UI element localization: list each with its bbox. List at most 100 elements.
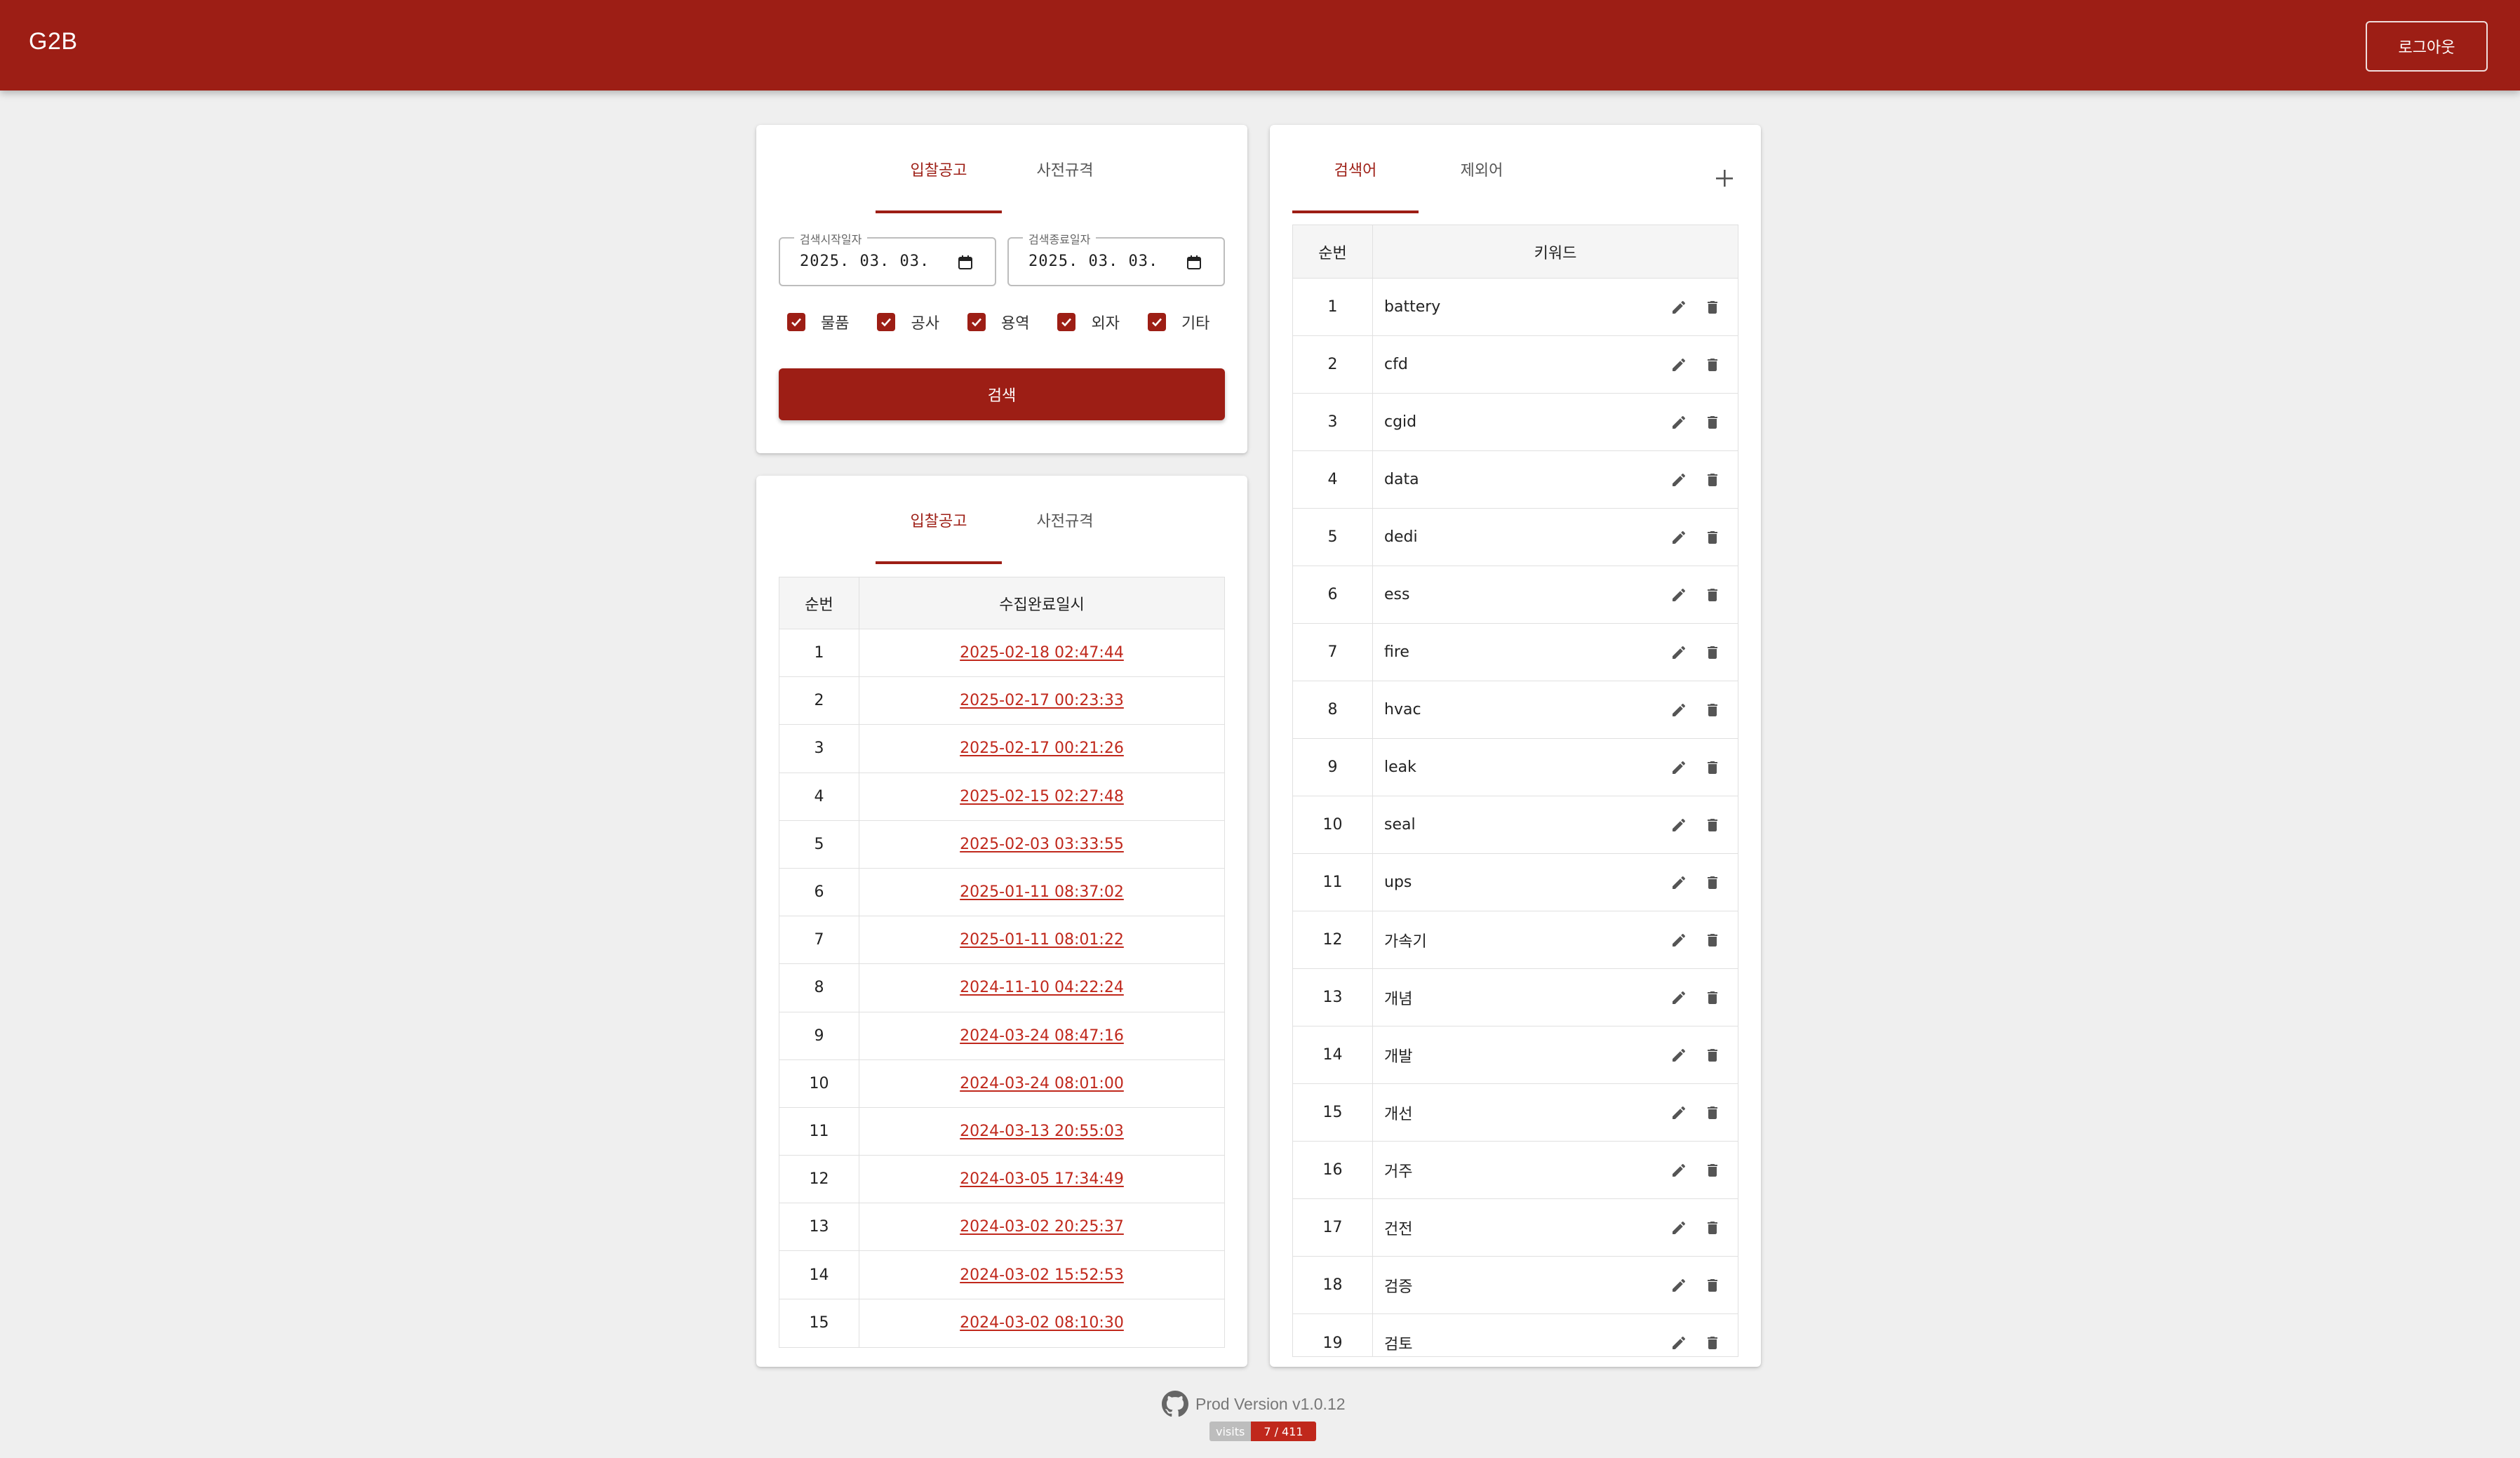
calendar-icon[interactable] bbox=[957, 254, 974, 271]
checkbox-checked-icon[interactable] bbox=[877, 313, 896, 331]
keyword-cell: ups bbox=[1373, 854, 1738, 911]
edit-icon[interactable] bbox=[1670, 1104, 1687, 1121]
table-row: 7 2025-01-11 08:01:22 bbox=[779, 916, 1224, 965]
collection-date-cell: 2024-03-13 20:55:03 bbox=[859, 1108, 1224, 1155]
edit-icon[interactable] bbox=[1670, 587, 1687, 603]
collection-date-link[interactable]: 2024-03-02 15:52:53 bbox=[960, 1266, 1124, 1284]
edit-icon[interactable] bbox=[1670, 874, 1687, 891]
edit-icon[interactable] bbox=[1670, 1219, 1687, 1236]
checkbox-checked-icon[interactable] bbox=[1147, 313, 1166, 331]
delete-icon[interactable] bbox=[1704, 299, 1721, 316]
edit-icon[interactable] bbox=[1670, 644, 1687, 661]
tab-bid-notice[interactable]: 입찰공고 bbox=[876, 476, 1002, 564]
edit-icon[interactable] bbox=[1670, 356, 1687, 373]
row-number: 9 bbox=[1293, 739, 1373, 796]
footer: Prod Version v1.0.12 bbox=[1162, 1391, 1346, 1417]
collection-date-link[interactable]: 2025-01-11 08:37:02 bbox=[960, 883, 1124, 901]
row-number: 1 bbox=[779, 629, 859, 677]
delete-icon[interactable] bbox=[1704, 817, 1721, 834]
keyword-cell: cfd bbox=[1373, 336, 1738, 393]
delete-icon[interactable] bbox=[1704, 874, 1721, 891]
collection-date-cell: 2024-03-02 20:25:37 bbox=[859, 1203, 1224, 1250]
table-row: 17 건전 bbox=[1293, 1199, 1738, 1257]
checkbox-checked-icon[interactable] bbox=[787, 313, 805, 331]
tab-bid-notice[interactable]: 입찰공고 bbox=[876, 125, 1002, 213]
collection-date-link[interactable]: 2024-11-10 04:22:24 bbox=[960, 979, 1124, 996]
keyword-actions bbox=[1654, 509, 1721, 566]
edit-icon[interactable] bbox=[1670, 989, 1687, 1006]
category-checkbox[interactable]: 물품 bbox=[787, 311, 849, 333]
collection-date-link[interactable]: 2025-01-11 08:01:22 bbox=[960, 931, 1124, 949]
delete-icon[interactable] bbox=[1704, 1162, 1721, 1179]
delete-icon[interactable] bbox=[1704, 702, 1721, 718]
edit-icon[interactable] bbox=[1670, 414, 1687, 431]
table-row: 15 2024-03-02 08:10:30 bbox=[779, 1299, 1224, 1347]
collection-date-link[interactable]: 2024-03-05 17:34:49 bbox=[960, 1170, 1124, 1188]
row-number: 8 bbox=[779, 964, 859, 1012]
row-number: 2 bbox=[1293, 336, 1373, 393]
search-button[interactable]: 검색 bbox=[779, 368, 1225, 420]
delete-icon[interactable] bbox=[1704, 529, 1721, 546]
edit-icon[interactable] bbox=[1670, 1047, 1687, 1064]
delete-icon[interactable] bbox=[1704, 932, 1721, 949]
edit-icon[interactable] bbox=[1670, 471, 1687, 488]
collection-date-link[interactable]: 2025-02-03 03:33:55 bbox=[960, 836, 1124, 853]
delete-icon[interactable] bbox=[1704, 587, 1721, 603]
collection-date-link[interactable]: 2024-03-13 20:55:03 bbox=[960, 1123, 1124, 1140]
keyword-cell: seal bbox=[1373, 796, 1738, 853]
keyword-cell: 검토 bbox=[1373, 1314, 1738, 1356]
collection-date-link[interactable]: 2024-03-02 20:25:37 bbox=[960, 1218, 1124, 1236]
category-checkbox[interactable]: 용역 bbox=[967, 311, 1029, 333]
category-checkbox[interactable]: 외자 bbox=[1057, 311, 1120, 333]
delete-icon[interactable] bbox=[1704, 1104, 1721, 1121]
checkbox-checked-icon[interactable] bbox=[1057, 313, 1076, 331]
row-number: 16 bbox=[1293, 1142, 1373, 1198]
logout-button[interactable]: 로그아웃 bbox=[2366, 21, 2488, 72]
edit-icon[interactable] bbox=[1670, 817, 1687, 834]
collection-date-cell: 2025-02-18 02:47:44 bbox=[859, 629, 1224, 676]
edit-icon[interactable] bbox=[1670, 759, 1687, 776]
edit-icon[interactable] bbox=[1670, 932, 1687, 949]
collection-date-link[interactable]: 2025-02-17 00:21:26 bbox=[960, 740, 1124, 757]
collection-date-link[interactable]: 2025-02-15 02:27:48 bbox=[960, 788, 1124, 805]
collection-date-cell: 2024-11-10 04:22:24 bbox=[859, 964, 1224, 1011]
edit-icon[interactable] bbox=[1670, 1335, 1687, 1351]
collection-date-link[interactable]: 2024-03-24 08:01:00 bbox=[960, 1075, 1124, 1092]
edit-icon[interactable] bbox=[1670, 529, 1687, 546]
github-icon[interactable] bbox=[1162, 1391, 1188, 1417]
collection-date-cell: 2024-03-24 08:01:00 bbox=[859, 1060, 1224, 1107]
tab-search-keywords[interactable]: 검색어 bbox=[1292, 125, 1419, 213]
checkbox-checked-icon[interactable] bbox=[967, 313, 986, 331]
start-date-field[interactable]: 검색시작일자 2025. 03. 03. bbox=[779, 230, 996, 286]
table-row: 12 가속기 bbox=[1293, 911, 1738, 969]
version-text: Prod Version v1.0.12 bbox=[1195, 1394, 1346, 1413]
collection-date-link[interactable]: 2024-03-02 08:10:30 bbox=[960, 1314, 1124, 1332]
add-keyword-icon[interactable] bbox=[1710, 164, 1738, 192]
end-date-field[interactable]: 검색종료일자 2025. 03. 03. bbox=[1007, 230, 1225, 286]
delete-icon[interactable] bbox=[1704, 1335, 1721, 1351]
tab-pre-spec[interactable]: 사전규격 bbox=[1002, 476, 1128, 564]
collection-date-link[interactable]: 2024-03-24 08:47:16 bbox=[960, 1027, 1124, 1045]
edit-icon[interactable] bbox=[1670, 702, 1687, 718]
tab-pre-spec[interactable]: 사전규격 bbox=[1002, 125, 1128, 213]
delete-icon[interactable] bbox=[1704, 989, 1721, 1006]
collection-date-link[interactable]: 2025-02-18 02:47:44 bbox=[960, 644, 1124, 662]
tab-exclude-keywords[interactable]: 제외어 bbox=[1419, 125, 1545, 213]
delete-icon[interactable] bbox=[1704, 1047, 1721, 1064]
delete-icon[interactable] bbox=[1704, 1277, 1721, 1294]
delete-icon[interactable] bbox=[1704, 644, 1721, 661]
delete-icon[interactable] bbox=[1704, 356, 1721, 373]
delete-icon[interactable] bbox=[1704, 759, 1721, 776]
delete-icon[interactable] bbox=[1704, 1219, 1721, 1236]
delete-icon[interactable] bbox=[1704, 471, 1721, 488]
collection-date-link[interactable]: 2025-02-17 00:23:33 bbox=[960, 692, 1124, 709]
edit-icon[interactable] bbox=[1670, 1277, 1687, 1294]
category-checkbox[interactable]: 공사 bbox=[877, 311, 939, 333]
edit-icon[interactable] bbox=[1670, 299, 1687, 316]
edit-icon[interactable] bbox=[1670, 1162, 1687, 1179]
table-row: 1 battery bbox=[1293, 279, 1738, 336]
delete-icon[interactable] bbox=[1704, 414, 1721, 431]
calendar-icon[interactable] bbox=[1186, 254, 1202, 271]
category-checkbox[interactable]: 기타 bbox=[1147, 311, 1209, 333]
category-checkboxes: 물품 공사 용역 외자 기타 bbox=[787, 311, 1238, 333]
